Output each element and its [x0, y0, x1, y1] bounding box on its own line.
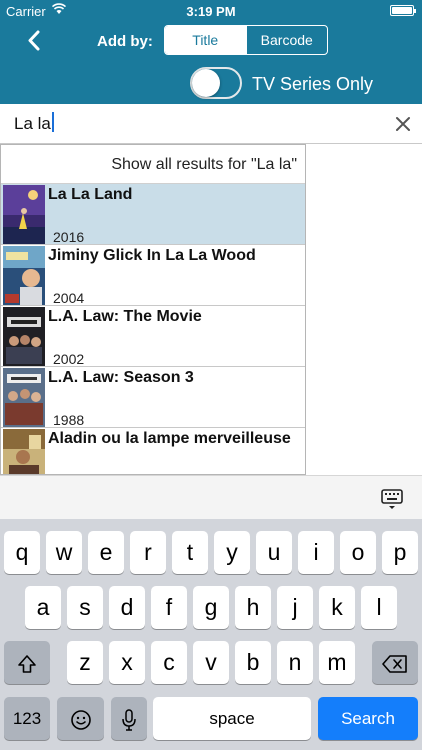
- key-x[interactable]: x: [109, 641, 145, 684]
- battery-icon: [390, 5, 416, 16]
- key-z[interactable]: z: [67, 641, 103, 684]
- movie-poster: [3, 185, 45, 244]
- show-all-results-link[interactable]: Show all results for "La la": [1, 145, 305, 184]
- movie-poster: [3, 429, 45, 474]
- result-year: 2002: [53, 351, 85, 367]
- key-c[interactable]: c: [151, 641, 187, 684]
- movie-poster: [3, 246, 45, 305]
- back-button[interactable]: [20, 26, 50, 56]
- result-row[interactable]: L.A. Law: The Movie 2002: [1, 306, 305, 367]
- emoji-icon: [70, 710, 91, 730]
- clear-search-button[interactable]: [392, 113, 414, 135]
- movie-poster: [3, 368, 45, 427]
- backspace-icon: [382, 655, 407, 673]
- result-year: 1988: [53, 412, 85, 428]
- search-input[interactable]: La la: [14, 112, 384, 136]
- shift-icon: [18, 655, 36, 673]
- key-t[interactable]: t: [172, 531, 208, 574]
- result-year: 2016: [53, 229, 85, 245]
- key-i[interactable]: i: [298, 531, 334, 574]
- movie-poster: [3, 307, 45, 366]
- key-q[interactable]: q: [4, 531, 40, 574]
- text-cursor: [51, 112, 54, 132]
- key-j[interactable]: j: [277, 586, 313, 629]
- keyboard-dismiss-icon: [381, 489, 403, 509]
- key-w[interactable]: w: [46, 531, 82, 574]
- result-title: Aladin ou la lampe merveilleuse: [48, 430, 291, 447]
- key-v[interactable]: v: [193, 641, 229, 684]
- hide-keyboard-button[interactable]: [380, 488, 404, 512]
- key-h[interactable]: h: [235, 586, 271, 629]
- keyboard-toolbar: [0, 475, 422, 519]
- key-g[interactable]: g: [193, 586, 229, 629]
- key-d[interactable]: d: [109, 586, 145, 629]
- key-b[interactable]: b: [235, 641, 271, 684]
- key-y[interactable]: y: [214, 531, 250, 574]
- key-a[interactable]: a: [25, 586, 61, 629]
- clock: 3:19 PM: [186, 4, 236, 19]
- numbers-key[interactable]: 123: [4, 697, 50, 740]
- segment-title[interactable]: Title: [165, 26, 246, 54]
- add-by-segmented-control: Title Barcode: [164, 25, 328, 55]
- backspace-key[interactable]: [372, 641, 418, 684]
- tv-series-toggle[interactable]: [190, 67, 242, 99]
- result-row[interactable]: Jiminy Glick In La La Wood 2004: [1, 245, 305, 306]
- key-o[interactable]: o: [340, 531, 376, 574]
- shift-key[interactable]: [4, 641, 50, 684]
- segment-barcode[interactable]: Barcode: [245, 26, 328, 54]
- keyboard: q w e r t y u i o p a s d f g h j k l z …: [0, 519, 422, 750]
- search-results-list: Show all results for "La la" La La Land …: [0, 144, 306, 475]
- emoji-key[interactable]: [57, 697, 104, 740]
- search-value: La la: [14, 114, 51, 133]
- result-title: Jiminy Glick In La La Wood: [48, 247, 256, 264]
- result-title: L.A. Law: The Movie: [48, 308, 202, 325]
- tv-series-label: TV Series Only: [252, 74, 374, 94]
- space-key[interactable]: space: [153, 697, 311, 740]
- key-p[interactable]: p: [382, 531, 418, 574]
- key-l[interactable]: l: [361, 586, 397, 629]
- dictation-key[interactable]: [111, 697, 147, 740]
- key-u[interactable]: u: [256, 531, 292, 574]
- key-f[interactable]: f: [151, 586, 187, 629]
- key-n[interactable]: n: [277, 641, 313, 684]
- result-year: 2004: [53, 290, 85, 306]
- close-icon: [396, 117, 410, 131]
- status-bar: Carrier 3:19 PM: [0, 0, 422, 22]
- result-row[interactable]: La La Land 2016: [1, 184, 305, 245]
- key-e[interactable]: e: [88, 531, 124, 574]
- key-r[interactable]: r: [130, 531, 166, 574]
- add-by-label: Add by:: [97, 33, 153, 50]
- result-title: La La Land: [48, 186, 133, 203]
- search-key[interactable]: Search: [318, 697, 418, 740]
- key-m[interactable]: m: [319, 641, 355, 684]
- microphone-icon: [122, 709, 136, 731]
- toggle-knob: [192, 69, 220, 97]
- result-row[interactable]: L.A. Law: Season 3 1988: [1, 367, 305, 428]
- key-s[interactable]: s: [67, 586, 103, 629]
- search-bar: La la: [0, 104, 422, 144]
- key-k[interactable]: k: [319, 586, 355, 629]
- chevron-left-icon: [28, 30, 40, 51]
- result-row[interactable]: Aladin ou la lampe merveilleuse: [1, 428, 305, 474]
- battery-level: [392, 7, 412, 14]
- result-title: L.A. Law: Season 3: [48, 369, 194, 386]
- nav-header: Add by: Title Barcode TV Series Only: [0, 22, 422, 104]
